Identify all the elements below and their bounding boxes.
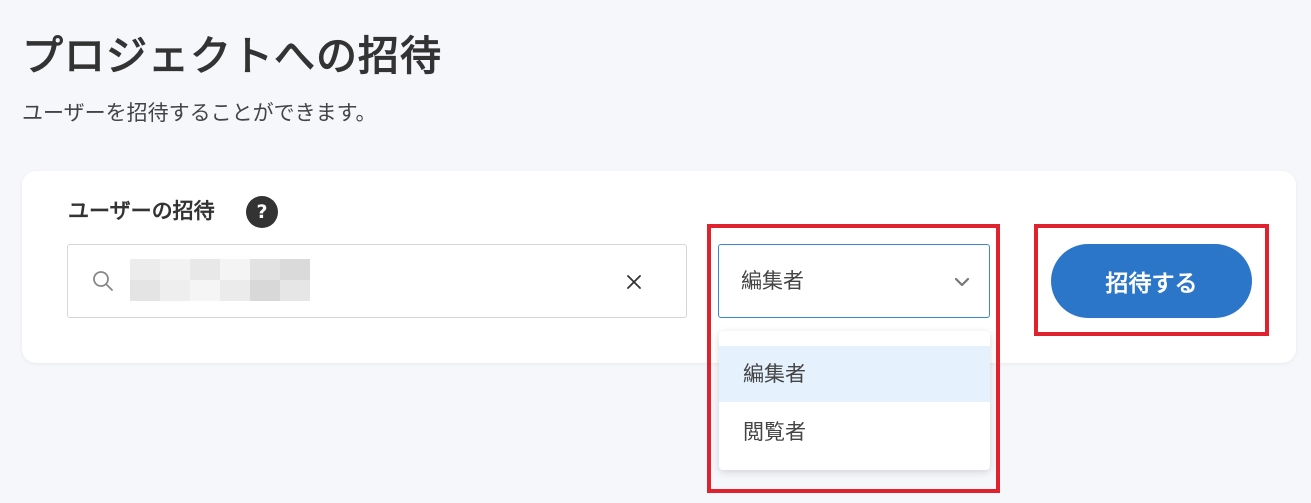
highlight-box-role (707, 224, 1000, 493)
page-title: プロジェクトへの招待 (22, 32, 442, 80)
user-search-input[interactable] (67, 244, 687, 318)
close-icon[interactable] (624, 272, 644, 292)
invite-user-label: ユーザーの招待 (68, 199, 215, 223)
highlight-box-invite (1034, 224, 1269, 336)
masked-user-value (130, 259, 310, 301)
page-subtitle: ユーザーを招待することができます。 (22, 101, 377, 125)
search-icon (93, 271, 113, 291)
help-icon[interactable]: ? (246, 196, 278, 228)
